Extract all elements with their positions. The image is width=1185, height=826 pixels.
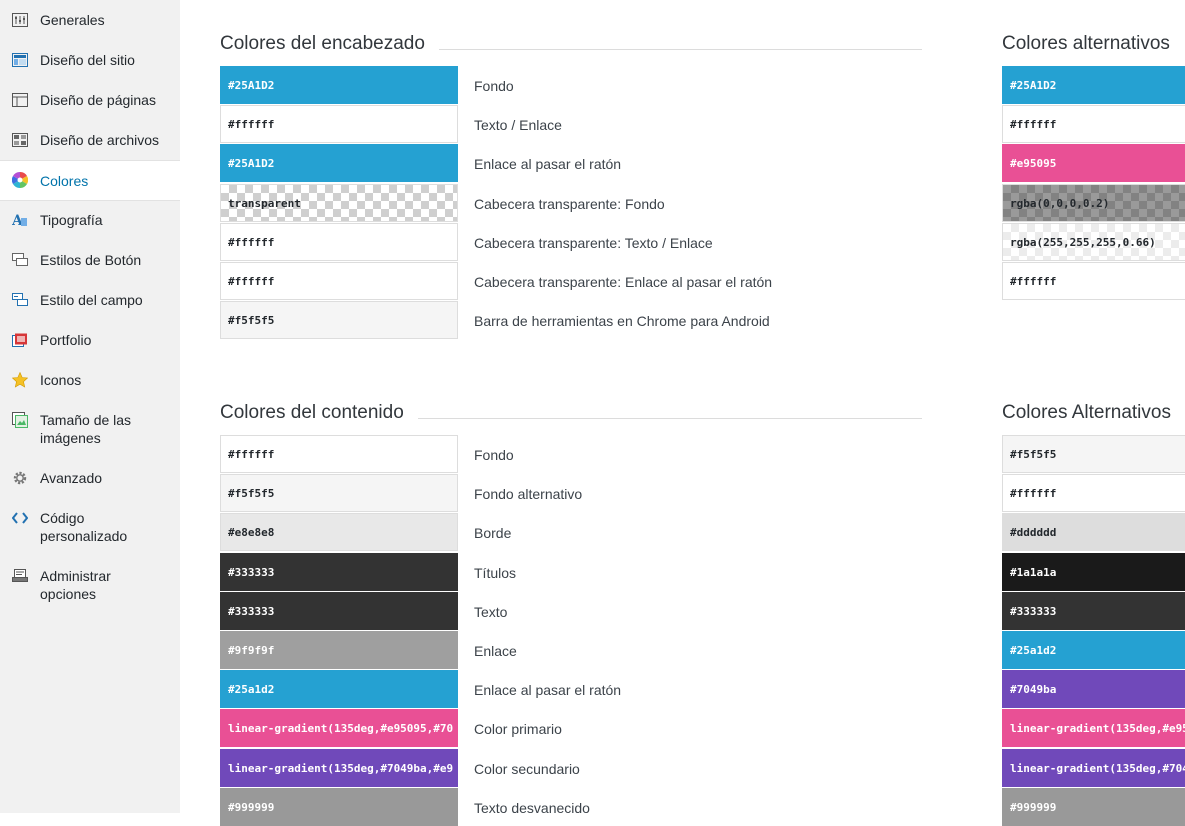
color-setting-label: Fondo — [474, 447, 514, 463]
color-swatch[interactable]: #7049ba — [1002, 670, 1185, 708]
site-layout-icon — [11, 51, 29, 69]
color-swatch[interactable]: #333333 — [220, 592, 458, 630]
color-swatch[interactable]: #9f9f9f — [220, 631, 458, 669]
sidebar-item-label: Diseño de páginas — [40, 92, 156, 108]
color-setting-label: Borde — [474, 525, 512, 541]
color-swatch[interactable]: #f5f5f5 — [220, 474, 458, 512]
color-setting-label: Texto — [474, 604, 508, 620]
sidebar-item-diseno-archivos[interactable]: Diseño de archivos — [0, 131, 180, 151]
color-setting-label: Enlace al pasar el ratón — [474, 156, 622, 172]
color-swatch[interactable]: #ffffff — [220, 435, 458, 473]
sidebar-item-label: Iconos — [40, 372, 82, 388]
color-swatch[interactable]: linear-gradient(135deg,#7049ba,#e9 — [220, 749, 458, 787]
color-setting-label: Cabecera transparente: Enlace al pasar e… — [474, 274, 773, 290]
button-icon — [11, 251, 29, 269]
typography-icon: A — [11, 211, 29, 229]
color-setting-label: Enlace — [474, 643, 517, 659]
sidebar-item-label: Portfolio — [40, 332, 92, 348]
color-setting-label: Enlace al pasar el ratón — [474, 682, 622, 698]
sidebar-item-label: Estilo del campo — [40, 292, 143, 308]
color-swatch[interactable]: #333333 — [220, 553, 458, 591]
color-swatch[interactable]: #25A1D2 — [1002, 66, 1185, 104]
color-swatch[interactable]: linear-gradient(135deg,#e95 — [1002, 709, 1185, 747]
sidebar-item-colores[interactable]: Colores — [0, 160, 180, 201]
portfolio-icon — [11, 331, 29, 349]
color-swatch[interactable]: #ffffff — [220, 262, 458, 300]
field-icon — [11, 291, 29, 309]
sidebar-item-generales[interactable]: Generales — [0, 11, 180, 31]
sidebar-item-label: Estilos de Botón — [40, 252, 142, 268]
sidebar-item-label: Generales — [40, 12, 105, 28]
color-setting-label: Cabecera transparente: Texto / Enlace — [474, 235, 713, 251]
admin-icon — [11, 567, 29, 585]
color-setting-label: Barra de herramientas en Chrome para And… — [474, 313, 770, 329]
color-setting-label: Texto desvanecido — [474, 800, 590, 816]
color-swatch[interactable]: #1a1a1a — [1002, 553, 1185, 591]
color-swatch[interactable]: rgba(255,255,255,0.66) — [1002, 223, 1185, 261]
header-colors-title: Colores del encabezado — [220, 32, 439, 56]
color-swatch[interactable]: #25A1D2 — [220, 144, 458, 182]
archive-layout-icon — [11, 131, 29, 149]
color-setting-label: Fondo alternativo — [474, 486, 583, 502]
sidebar-item-tipografia[interactable]: A Tipografía — [0, 211, 180, 231]
sidebar-item-estilos-boton[interactable]: Estilos de Botón — [0, 251, 180, 271]
color-swatch[interactable]: #333333 — [1002, 592, 1185, 630]
color-setting-label: Color primario — [474, 721, 562, 737]
color-swatch[interactable]: rgba(0,0,0,0.2) — [1002, 184, 1185, 222]
color-setting-label: Fondo — [474, 78, 514, 94]
color-swatch[interactable]: #25a1d2 — [1002, 631, 1185, 669]
color-swatch[interactable]: linear-gradient(135deg,#e95095,#70 — [220, 709, 458, 747]
alt-header-colors-title: Colores alternativos — [1002, 32, 1184, 56]
sidebar-item-codigo[interactable]: Código personalizado — [0, 509, 180, 547]
sliders-icon — [11, 11, 29, 29]
gear-icon — [11, 469, 29, 487]
color-swatch[interactable]: #ffffff — [220, 223, 458, 261]
star-icon — [11, 371, 29, 389]
color-swatch[interactable]: #25a1d2 — [220, 670, 458, 708]
sidebar-item-tamano-imagenes[interactable]: Tamaño de las imágenes — [0, 411, 180, 449]
color-swatch[interactable]: #ffffff — [1002, 105, 1185, 143]
color-swatch[interactable]: #ffffff — [1002, 262, 1185, 300]
color-swatch[interactable]: #999999 — [1002, 788, 1185, 826]
sidebar-item-label: Diseño de archivos — [40, 132, 160, 148]
color-swatch[interactable]: #ffffff — [220, 105, 458, 143]
color-swatch[interactable]: #f5f5f5 — [1002, 435, 1185, 473]
sidebar-item-estilo-campo[interactable]: Estilo del campo — [0, 291, 180, 311]
settings-sidebar: Generales Diseño del sitio Diseño de pág… — [0, 0, 180, 813]
sidebar-item-label: Tipografía — [40, 212, 103, 228]
sidebar-item-label: Tamaño de las imágenes — [40, 412, 132, 446]
color-wheel-icon — [11, 171, 29, 189]
color-setting-label: Cabecera transparente: Fondo — [474, 196, 665, 212]
sidebar-item-diseno-paginas[interactable]: Diseño de páginas — [0, 91, 180, 111]
color-swatch[interactable]: #e95095 — [1002, 144, 1185, 182]
color-setting-label: Títulos — [474, 565, 517, 581]
sidebar-item-label: Diseño del sitio — [40, 52, 135, 68]
color-swatch[interactable]: linear-gradient(135deg,#704 — [1002, 749, 1185, 787]
color-swatch[interactable]: #25A1D2 — [220, 66, 458, 104]
sidebar-item-label: Avanzado — [40, 470, 103, 486]
sidebar-item-portfolio[interactable]: Portfolio — [0, 331, 180, 351]
sidebar-item-diseno-sitio[interactable]: Diseño del sitio — [0, 51, 180, 71]
color-swatch[interactable]: transparent — [220, 184, 458, 222]
color-swatch[interactable]: #dddddd — [1002, 513, 1185, 551]
images-icon — [11, 411, 29, 429]
sidebar-item-avanzado[interactable]: Avanzado — [0, 469, 180, 489]
alt-content-colors-title: Colores Alternativos — [1002, 401, 1185, 425]
sidebar-item-label: Código personalizado — [40, 510, 128, 544]
color-swatch[interactable]: #999999 — [220, 788, 458, 826]
sidebar-item-administrar[interactable]: Administrar opciones — [0, 567, 180, 605]
color-setting-label: Color secundario — [474, 761, 580, 777]
color-swatch[interactable]: #f5f5f5 — [220, 301, 458, 339]
color-setting-label: Texto / Enlace — [474, 117, 562, 133]
code-icon — [11, 509, 29, 527]
sidebar-item-label: Colores — [40, 173, 89, 189]
sidebar-item-iconos[interactable]: Iconos — [0, 371, 180, 391]
color-swatch[interactable]: #ffffff — [1002, 474, 1185, 512]
content-colors-title: Colores del contenido — [220, 401, 418, 425]
color-swatch[interactable]: #e8e8e8 — [220, 513, 458, 551]
page-layout-icon — [11, 91, 29, 109]
sidebar-item-label: Administrar opciones — [40, 568, 111, 602]
